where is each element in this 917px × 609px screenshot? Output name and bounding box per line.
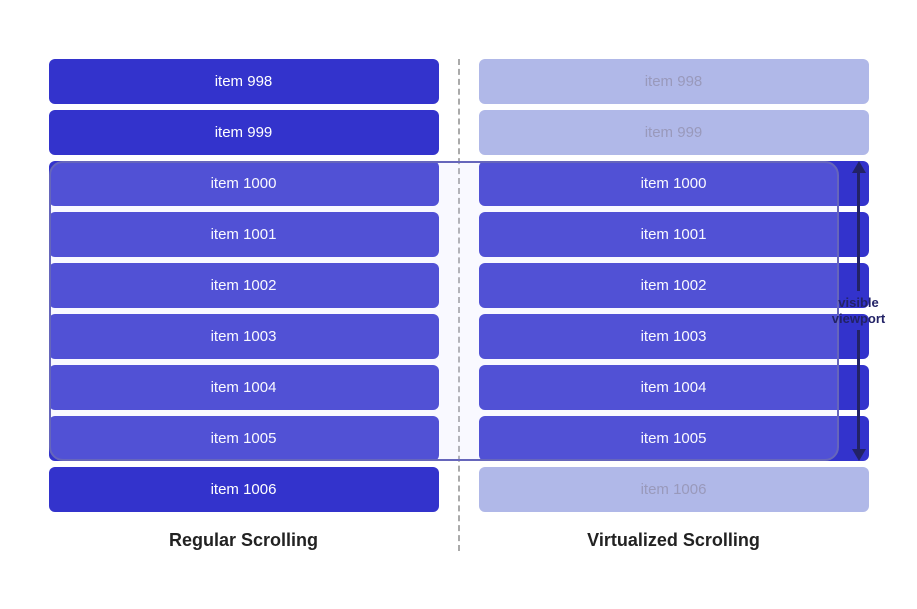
- list-item: item 1006: [49, 467, 439, 512]
- list-item: item 1002: [479, 263, 869, 308]
- right-column-label: Virtualized Scrolling: [459, 530, 889, 551]
- list-item: item 1001: [49, 212, 439, 257]
- list-item: item 1001: [479, 212, 869, 257]
- left-column: item 998 item 999 item 1000 item 1001 it…: [29, 59, 459, 512]
- arrow-up-icon: [852, 161, 866, 173]
- arrow-down-icon: [852, 449, 866, 461]
- list-item: item 1005: [49, 416, 439, 461]
- list-item: item 1005: [479, 416, 869, 461]
- right-column: item 998 item 999 item 1000 item 1001 it…: [459, 59, 889, 512]
- list-item: item 1000: [49, 161, 439, 206]
- list-item: item 998: [479, 59, 869, 104]
- list-item: item 998: [49, 59, 439, 104]
- list-item: item 1004: [49, 365, 439, 410]
- list-item: item 999: [479, 110, 869, 155]
- list-item: item 1002: [49, 263, 439, 308]
- list-item: item 1000: [479, 161, 869, 206]
- left-column-label: Regular Scrolling: [29, 530, 459, 551]
- list-item: item 1003: [49, 314, 439, 359]
- list-item: item 1003: [479, 314, 869, 359]
- diagram: item 998 item 999 item 1000 item 1001 it…: [29, 59, 889, 551]
- viewport-label: visible viewport: [832, 295, 885, 326]
- viewport-arrow: visible viewport: [839, 161, 879, 461]
- list-item: item 1006: [479, 467, 869, 512]
- list-item: item 1004: [479, 365, 869, 410]
- list-item: item 999: [49, 110, 439, 155]
